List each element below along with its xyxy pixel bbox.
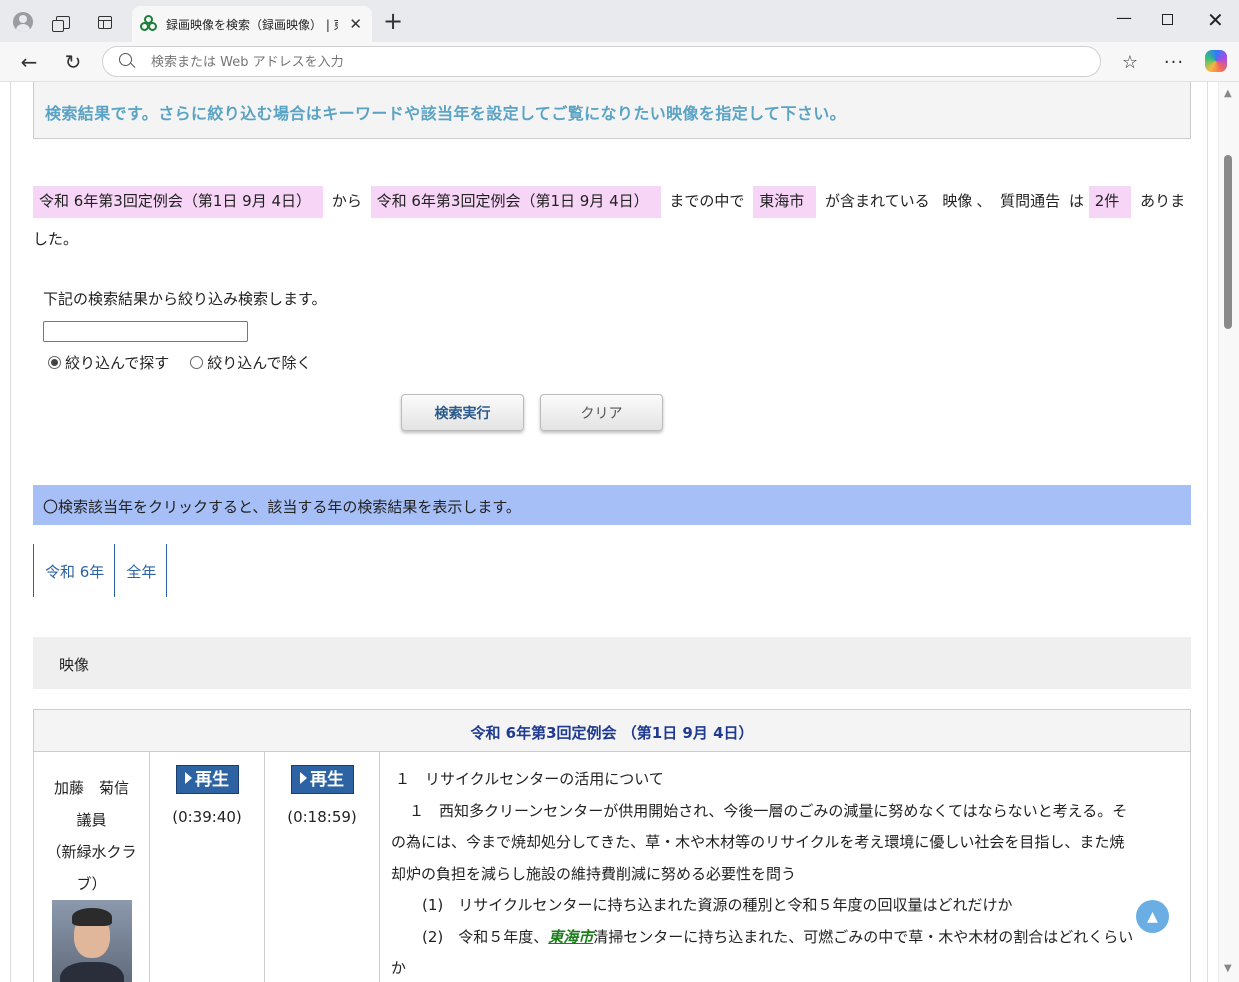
copilot-icon[interactable] xyxy=(1205,50,1227,72)
scrollbar-thumb[interactable] xyxy=(1224,155,1232,329)
result-table: 令和 6年第3回定例会 （第1日 9月 4日） 加藤 菊信 議員 （新緑水クラ … xyxy=(33,709,1191,982)
speaker-role: 議員 xyxy=(76,811,107,829)
play-button-1[interactable]: 再生 xyxy=(175,765,239,794)
clear-button[interactable]: クリア xyxy=(540,394,663,431)
play-cell-1: 再生 (0:39:40) xyxy=(150,752,265,982)
profile-icon[interactable] xyxy=(12,11,34,33)
more-menu-icon[interactable]: ··· xyxy=(1160,48,1188,76)
site-favicon-icon xyxy=(140,15,158,33)
search-icon xyxy=(119,53,132,66)
question-line: (1) リサイクルセンターに持ち込まれた資源の種別と令和５年度の回収量はどれだけ… xyxy=(422,896,1013,914)
play-icon xyxy=(300,772,307,784)
keyword-highlight: 東海市 xyxy=(753,186,817,218)
from-session: 令和 6年第3回定例会（第1日 9月 4日） xyxy=(33,186,324,218)
question-line: 却炉の負担を減らし施設の維持費削減に努める必要性を問う xyxy=(391,864,797,883)
keyword-link[interactable]: 東海市 xyxy=(548,928,593,946)
search-execute-button[interactable]: 検索実行 xyxy=(401,394,524,431)
scroll-up-icon[interactable]: ▲ xyxy=(1224,88,1232,99)
web-page: 検索結果です。さらに絞り込む場合はキーワードや該当年を設定してご覧になりたい映像… xyxy=(0,82,1218,982)
result-count: 2件 xyxy=(1088,186,1132,218)
browser-toolbar: ← ↻ ☆ ··· xyxy=(0,42,1239,82)
question-line: の為には、今まで焼却処分してきた、草・木や木材等のリサイクルを考え環境に優しい社… xyxy=(391,833,1125,851)
year-tabs: 令和 6年 全年 xyxy=(33,544,168,597)
refine-keyword-input[interactable] xyxy=(43,321,248,342)
tab-title: 録画映像を検索（録画映像） | 東海 xyxy=(166,17,338,32)
duration-2: (0:18:59) xyxy=(287,808,357,826)
speaker-party-2: ブ） xyxy=(76,875,107,893)
table-row: 加藤 菊信 議員 （新緑水クラ ブ） 再生 (0:39:40) 再生 (0:18… xyxy=(34,752,1190,982)
question-line: １ リサイクルセンターの活用について xyxy=(395,770,664,788)
wa-particle: は xyxy=(1068,192,1084,210)
page-scrollbar[interactable]: ▲ ▼ xyxy=(1218,82,1239,982)
favorites-star-icon[interactable]: ☆ xyxy=(1116,48,1144,76)
search-summary: 令和 6年第3回定例会（第1日 9月 4日） から 令和 6年第3回定例会（第1… xyxy=(33,182,1191,258)
year-note-banner: 〇検索該当年をクリックすると、該当する年の検索結果を表示します。 xyxy=(33,485,1191,525)
year-tab-r6[interactable]: 令和 6年 xyxy=(33,544,114,597)
year-tab-all[interactable]: 全年 xyxy=(114,544,168,597)
contains-text: が含まれている xyxy=(825,192,930,210)
question-line: か xyxy=(391,959,407,977)
radio-exclude-label[interactable]: 絞り込んで除く xyxy=(207,352,311,373)
from-particle: から xyxy=(331,192,362,210)
question-line: １ 西知多クリーンセンターが供用開始され、今後一層のごみの減量に努めなくてはなら… xyxy=(409,801,1128,820)
play-button-2[interactable]: 再生 xyxy=(290,765,354,794)
play-icon xyxy=(185,772,192,784)
back-arrow-icon[interactable]: ← xyxy=(15,48,43,76)
minimize-button[interactable]: — xyxy=(1116,8,1132,27)
speaker-cell: 加藤 菊信 議員 （新緑水クラ ブ） xyxy=(34,752,150,982)
address-bar[interactable] xyxy=(102,46,1101,77)
question-text-cell: １ リサイクルセンターの活用について １ 西知多クリーンセンターが供用開始され、… xyxy=(380,752,1190,982)
speaker-name: 加藤 菊信 xyxy=(53,779,129,797)
workspaces-icon[interactable] xyxy=(52,11,74,33)
tab-actions-icon[interactable] xyxy=(94,11,116,33)
duration-1: (0:39:40) xyxy=(172,808,242,826)
radio-exclude[interactable] xyxy=(190,356,204,369)
browser-tab-bar: 録画映像を検索（録画映像） | 東海 ✕ + — ✕ xyxy=(0,0,1239,42)
type-video: 映像 xyxy=(942,192,973,210)
browser-tab-active[interactable]: 録画映像を検索（録画映像） | 東海 ✕ xyxy=(132,6,372,42)
close-window-button[interactable]: ✕ xyxy=(1207,8,1224,32)
close-tab-icon[interactable]: ✕ xyxy=(349,15,362,33)
to-session: 令和 6年第3回定例会（第1日 9月 4日） xyxy=(370,186,661,218)
result-notice: 検索結果です。さらに絞り込む場合はキーワードや該当年を設定してご覧になりたい映像… xyxy=(33,82,1191,139)
speaker-party-1: （新緑水クラ xyxy=(46,843,137,861)
separator: 、 xyxy=(976,192,992,210)
maximize-button[interactable] xyxy=(1162,10,1173,29)
result-session-header: 令和 6年第3回定例会 （第1日 9月 4日） xyxy=(34,710,1190,752)
radio-include-label[interactable]: 絞り込んで探す xyxy=(65,352,169,373)
refine-label: 下記の検索結果から絞り込み検索します。 xyxy=(43,290,327,308)
address-input[interactable] xyxy=(151,52,1051,72)
type-question: 質問通告 xyxy=(1000,192,1061,210)
radio-include[interactable] xyxy=(48,356,61,369)
new-tab-button[interactable]: + xyxy=(383,8,403,34)
scroll-to-top-button[interactable]: ▲ xyxy=(1136,900,1169,933)
play-cell-2: 再生 (0:18:59) xyxy=(265,752,380,982)
refine-mode-group: 絞り込んで探す 絞り込んで除く xyxy=(48,352,312,373)
reload-icon[interactable]: ↻ xyxy=(59,48,87,76)
until-text: までの中で xyxy=(669,192,745,210)
speaker-photo xyxy=(51,900,132,982)
section-title: 映像 xyxy=(33,637,1191,689)
question-line: (2) 令和５年度、東海市清掃センターに持ち込まれた、可燃ごみの中で草・木や木材… xyxy=(422,927,1134,946)
scroll-down-icon[interactable]: ▼ xyxy=(1224,963,1232,974)
